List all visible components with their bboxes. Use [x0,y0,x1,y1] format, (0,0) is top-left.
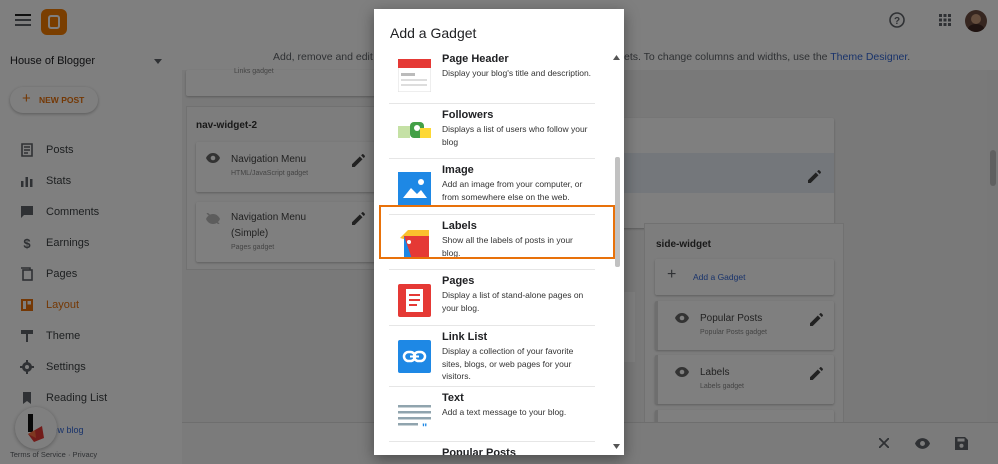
gadget-description: Displays a list of users who follow your… [442,124,588,147]
gadget-title: Link List [442,331,488,343]
gadget-option-link-list[interactable]: Link List Display a collection of your f… [389,331,595,387]
scroll-down-icon[interactable] [613,444,620,449]
gadget-title: Page Header [442,53,509,65]
gadget-title: Image [442,164,474,176]
selected-gadget-highlight [379,205,615,259]
add-gadget-dialog: Add a Gadget Page Header Display your bl… [374,9,624,455]
dialog-scrollbar-thumb[interactable] [615,157,620,267]
gadget-list: Page Header Display your blog's title an… [374,53,624,455]
gadget-option-page-header[interactable]: Page Header Display your blog's title an… [389,53,595,104]
gadget-option-pages[interactable]: Pages Display a list of stand-alone page… [389,275,595,326]
gadget-title: Text [442,392,464,404]
gadget-title: Pages [442,275,475,287]
gadget-description: Display a collection of your favorite si… [442,346,574,381]
image-icon [398,172,431,205]
gadget-description: Display a list of stand-alone pages on y… [442,290,584,313]
followers-icon [398,122,431,138]
gadget-description: Display your blog's title and descriptio… [442,68,592,78]
dialog-title: Add a Gadget [390,25,477,41]
text-icon: " [398,405,431,432]
gadget-description: Add an image from your computer, or from… [442,179,583,202]
page-header-icon [398,59,431,92]
scroll-up-icon[interactable] [613,55,620,60]
gadget-description: Add a text message to your blog. [442,407,567,417]
svg-text:": " [422,422,427,432]
gadget-option-text[interactable]: " Text Add a text message to your blog. [389,392,595,442]
link-icon [398,340,431,373]
gadget-title: Popular Posts [442,447,516,455]
gadget-option-popular-posts[interactable]: Popular Posts [389,447,595,455]
pages-doc-icon [398,284,431,317]
gadget-title: Followers [442,109,494,121]
gadget-option-followers[interactable]: Followers Displays a list of users who f… [389,109,595,159]
